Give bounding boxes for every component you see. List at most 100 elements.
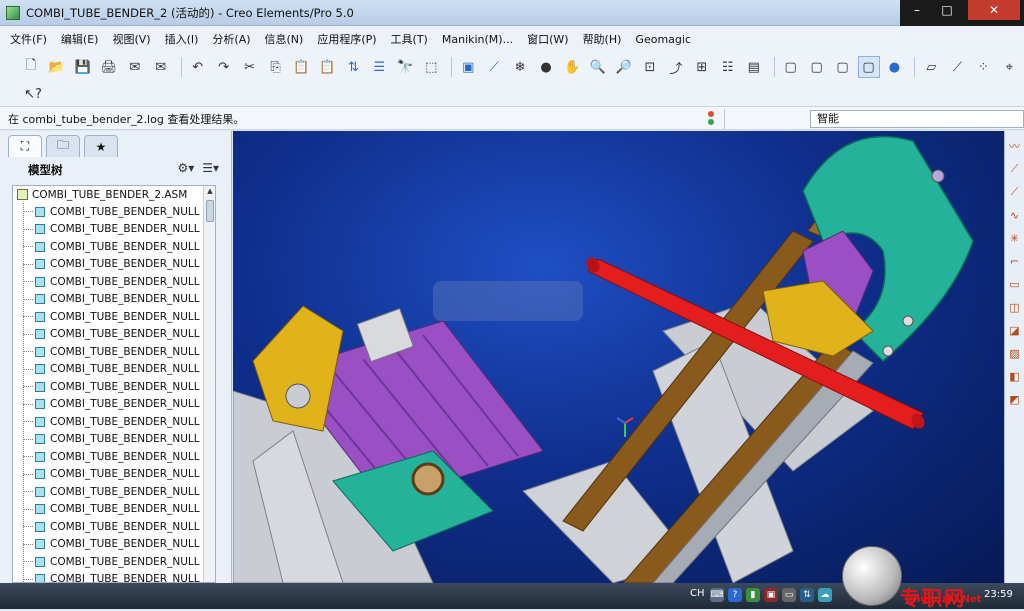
save-icon[interactable]: 💾: [72, 56, 94, 78]
datum-display-icon[interactable]: ▣: [457, 56, 479, 78]
help-icon[interactable]: ?: [728, 588, 742, 602]
graphics-viewport[interactable]: [233, 131, 1004, 583]
selection-filter-select[interactable]: 智能: [810, 110, 1024, 128]
language-indicator[interactable]: CH: [690, 588, 705, 599]
menu-help[interactable]: 帮助(H): [583, 31, 622, 47]
orient-mode-icon[interactable]: ❄: [509, 56, 531, 78]
close-button[interactable]: ✕: [968, 0, 1020, 20]
datum-planes-icon[interactable]: ▱: [920, 56, 942, 78]
spin-center-icon[interactable]: ⟋: [483, 56, 505, 78]
no-hidden-icon[interactable]: ▢: [832, 56, 854, 78]
appearance-icon[interactable]: ●: [535, 56, 557, 78]
tree-item[interactable]: COMBI_TUBE_BENDER_NULL: [13, 361, 215, 379]
display-icon[interactable]: ▭: [782, 588, 796, 602]
tree-show-icon[interactable]: ☰▾: [202, 161, 219, 175]
pan-hand-icon[interactable]: ✋: [561, 56, 583, 78]
tree-item[interactable]: COMBI_TUBE_BENDER_NULL: [13, 256, 215, 274]
tree-item[interactable]: COMBI_TUBE_BENDER_NULL: [13, 536, 215, 554]
hidden-line-icon[interactable]: ▢: [806, 56, 828, 78]
tree-item[interactable]: COMBI_TUBE_BENDER_NULL: [13, 238, 215, 256]
datum-axes-icon[interactable]: ⟋: [946, 56, 968, 78]
cloud-icon[interactable]: ☁: [818, 588, 832, 602]
app-tray-icon[interactable]: ▣: [764, 588, 778, 602]
print-icon[interactable]: 🖨: [98, 56, 120, 78]
spline-icon[interactable]: ∿: [1007, 207, 1023, 223]
refit-icon[interactable]: ⊡: [639, 56, 661, 78]
tree-item[interactable]: COMBI_TUBE_BENDER_NULL: [13, 378, 215, 396]
tree-item[interactable]: COMBI_TUBE_BENDER_NULL: [13, 466, 215, 484]
context-help-icon[interactable]: ↖?: [22, 83, 44, 105]
shading-icon[interactable]: ▢: [857, 56, 880, 78]
tree-settings-icon[interactable]: ⚙▾: [177, 161, 194, 175]
paste-icon[interactable]: 📋: [291, 56, 313, 78]
hole-icon[interactable]: ◧: [1007, 368, 1023, 384]
saved-views-icon[interactable]: ⊞: [691, 56, 713, 78]
blend-icon[interactable]: ▨: [1007, 345, 1023, 361]
regenerate-icon[interactable]: ⇅: [342, 56, 364, 78]
redo-icon[interactable]: ↷: [213, 56, 235, 78]
tree-item[interactable]: COMBI_TUBE_BENDER_NULL: [13, 448, 215, 466]
zoom-in-icon[interactable]: 🔍: [587, 56, 609, 78]
view-manager-icon[interactable]: ▤: [743, 56, 765, 78]
extrude-icon[interactable]: ▭: [1007, 276, 1023, 292]
tree-item[interactable]: COMBI_TUBE_BENDER_NULL: [13, 413, 215, 431]
tree-item[interactable]: COMBI_TUBE_BENDER_NULL: [13, 431, 215, 449]
wireframe-icon[interactable]: ▢: [780, 56, 802, 78]
tree-item[interactable]: COMBI_TUBE_BENDER_NULL: [13, 396, 215, 414]
scroll-thumb[interactable]: [206, 200, 214, 222]
regen-manager-icon[interactable]: ☰: [368, 56, 390, 78]
menu-view[interactable]: 视图(V): [112, 31, 150, 47]
menu-manikin[interactable]: Manikin(M)...: [442, 33, 513, 46]
copy-icon[interactable]: ⎘: [265, 56, 287, 78]
zoom-out-icon[interactable]: 🔎: [613, 56, 635, 78]
menu-applications[interactable]: 应用程序(P): [317, 31, 376, 47]
round-icon[interactable]: ◩: [1007, 391, 1023, 407]
battery-icon[interactable]: ▮: [746, 588, 760, 602]
maximize-button[interactable]: □: [934, 0, 960, 20]
enhanced-realism-icon[interactable]: ●: [884, 56, 906, 78]
tree-item[interactable]: COMBI_TUBE_BENDER_NULL: [13, 501, 215, 519]
menu-analysis[interactable]: 分析(A): [212, 31, 250, 47]
minimize-button[interactable]: –: [904, 0, 930, 20]
datum-plane-icon[interactable]: ⟋: [1007, 184, 1023, 200]
tab-model-tree[interactable]: ⛶: [8, 135, 42, 157]
reorient-icon[interactable]: ⤴: [665, 56, 687, 78]
menu-edit[interactable]: 编辑(E): [61, 31, 99, 47]
undo-icon[interactable]: ↶: [187, 56, 209, 78]
tree-item[interactable]: COMBI_TUBE_BENDER_NULL: [13, 221, 215, 239]
paste-special-icon[interactable]: 📋: [316, 56, 338, 78]
menu-window[interactable]: 窗口(W): [527, 31, 568, 47]
tree-item[interactable]: COMBI_TUBE_BENDER_NULL: [13, 308, 215, 326]
tree-item[interactable]: COMBI_TUBE_BENDER_NULL: [13, 273, 215, 291]
cut-icon[interactable]: ✂: [239, 56, 261, 78]
tree-item[interactable]: COMBI_TUBE_BENDER_NULL: [13, 518, 215, 536]
keyboard-icon[interactable]: ⌨: [710, 588, 724, 602]
revolve-icon[interactable]: ◫: [1007, 299, 1023, 315]
network-icon[interactable]: ⇅: [800, 588, 814, 602]
coordinate-systems-icon[interactable]: ⌖: [998, 56, 1020, 78]
menu-info[interactable]: 信息(N): [265, 31, 304, 47]
new-file-icon[interactable]: 🗋: [20, 56, 42, 78]
datum-curve-icon[interactable]: ⟋: [1007, 161, 1023, 177]
tab-folder-browser[interactable]: 🗀: [46, 135, 80, 157]
tree-item[interactable]: COMBI_TUBE_BENDER_NULL: [13, 553, 215, 571]
tree-root-item[interactable]: COMBI_TUBE_BENDER_2.ASM: [13, 186, 215, 203]
tree-item[interactable]: COMBI_TUBE_BENDER_NULL: [13, 291, 215, 309]
scroll-up-icon[interactable]: ▲: [205, 187, 215, 197]
select-box-icon[interactable]: ⬚: [420, 56, 442, 78]
layers-icon[interactable]: ☷: [717, 56, 739, 78]
tree-item[interactable]: COMBI_TUBE_BENDER_NULL: [13, 571, 215, 582]
tree-item[interactable]: COMBI_TUBE_BENDER_NULL: [13, 343, 215, 361]
tree-item[interactable]: COMBI_TUBE_BENDER_NULL: [13, 483, 215, 501]
tree-item[interactable]: COMBI_TUBE_BENDER_NULL: [13, 326, 215, 344]
menu-insert[interactable]: 插入(I): [165, 31, 199, 47]
sketch-icon[interactable]: 〰: [1007, 138, 1023, 154]
tab-favorites[interactable]: ★: [84, 135, 118, 157]
menu-geomagic[interactable]: Geomagic: [635, 33, 691, 46]
menu-file[interactable]: 文件(F): [10, 31, 47, 47]
menu-tools[interactable]: 工具(T): [391, 31, 428, 47]
coordinate-system-icon[interactable]: ⌐: [1007, 253, 1023, 269]
tree-item[interactable]: COMBI_TUBE_BENDER_NULL: [13, 203, 215, 221]
find-icon[interactable]: 🔭: [394, 56, 416, 78]
email-link-icon[interactable]: ✉: [150, 56, 172, 78]
